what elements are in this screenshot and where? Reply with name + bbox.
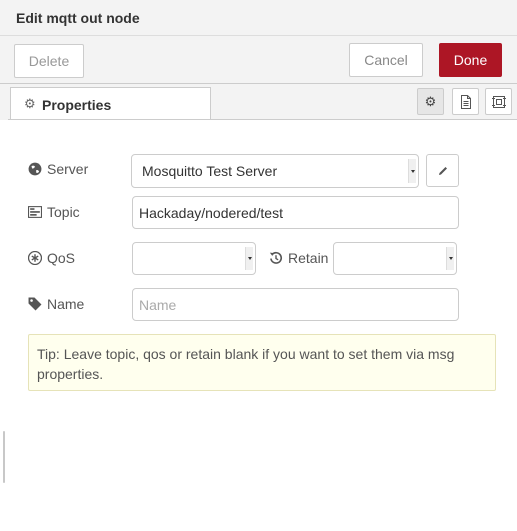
qos-select[interactable]	[132, 242, 256, 275]
tasks-icon	[28, 206, 42, 218]
qos-label-text: QoS	[47, 250, 76, 266]
retain-select[interactable]	[333, 242, 457, 275]
retain-label: Retain	[269, 250, 328, 266]
done-button[interactable]: Done	[439, 43, 502, 77]
node-appearance-tab-button[interactable]	[485, 88, 512, 115]
gear-icon: ⚙	[24, 96, 36, 111]
asterisk-icon	[28, 251, 42, 265]
appearance-icon	[491, 95, 506, 108]
dialog-title: Edit mqtt out node	[16, 10, 140, 26]
topic-label-text: Topic	[47, 204, 80, 220]
document-icon	[460, 94, 471, 109]
gear-icon: ⚙	[424, 94, 437, 109]
edit-server-button[interactable]	[426, 154, 459, 187]
resize-handle[interactable]	[3, 431, 5, 483]
tip-text: Tip: Leave topic, qos or retain blank if…	[37, 346, 455, 382]
tab-properties[interactable]: ⚙ Properties	[10, 87, 211, 120]
tip-box: Tip: Leave topic, qos or retain blank if…	[28, 334, 496, 391]
server-select[interactable]: Mosquitto Test Server	[131, 154, 419, 188]
node-settings-tab-button[interactable]: ⚙	[417, 88, 444, 115]
dialog-titlebar: Edit mqtt out node	[0, 0, 517, 36]
globe-icon	[28, 162, 42, 176]
cancel-button[interactable]: Cancel	[349, 43, 423, 77]
topic-input[interactable]	[132, 196, 459, 229]
pencil-icon	[438, 166, 447, 175]
name-label-text: Name	[47, 296, 85, 312]
node-description-tab-button[interactable]	[452, 88, 479, 115]
chevron-down-icon	[245, 247, 253, 270]
topic-label: Topic	[28, 204, 80, 220]
chevron-down-icon	[446, 247, 454, 270]
history-icon	[269, 251, 283, 264]
tab-bar: ⚙ Properties ⚙	[0, 84, 517, 120]
tab-properties-label: Properties	[42, 97, 112, 113]
qos-label: QoS	[28, 250, 75, 266]
server-select-value: Mosquitto Test Server	[142, 163, 278, 179]
tag-icon	[28, 297, 42, 311]
server-label: Server	[28, 161, 88, 177]
retain-label-text: Retain	[288, 250, 329, 266]
name-label: Name	[28, 296, 84, 312]
delete-button[interactable]: Delete	[14, 44, 84, 78]
dialog-button-bar: Delete Cancel Done	[0, 36, 517, 84]
name-input[interactable]	[132, 288, 459, 321]
chevron-down-icon	[408, 159, 416, 183]
server-label-text: Server	[47, 161, 89, 177]
